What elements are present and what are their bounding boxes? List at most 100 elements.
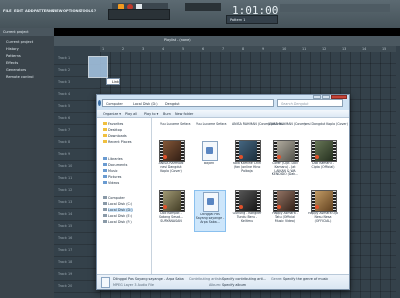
back-button[interactable]: [98, 100, 101, 106]
track-label[interactable]: Track 14: [58, 212, 72, 216]
nav-item[interactable]: Documents: [108, 163, 127, 167]
tempo-display[interactable]: [108, 9, 170, 20]
partial-file-label[interactable]: Yuu Lucame Sefara: [160, 122, 190, 126]
pictures-icon: [103, 175, 107, 178]
audio-file-icon: [202, 141, 218, 161]
crumb-dengdut[interactable]: Dengdut: [165, 102, 180, 106]
drive-icon: [103, 208, 107, 211]
playlist-title: Playlist - (none): [164, 38, 191, 42]
track-label[interactable]: Track 3: [58, 80, 70, 84]
track-label[interactable]: Track 1: [58, 56, 70, 60]
track-divider: [54, 280, 100, 281]
ruler-mark: 1: [102, 47, 105, 51]
track-label[interactable]: Track 15: [58, 224, 72, 228]
menu-options[interactable]: OPTIONS: [63, 9, 81, 13]
download-icon: [103, 134, 107, 137]
play-all-button[interactable]: Play all: [125, 112, 137, 116]
nav-item[interactable]: Music: [108, 169, 118, 173]
file-item[interactable]: ANISA RAHMAN nesi Dangdut Koplo (Cover): [156, 140, 186, 180]
details-contributing-value[interactable]: Specify contributing arti...: [222, 277, 266, 281]
file-item[interactable]: Kola Kamine Chin (fan (online Hino Polba…: [232, 140, 262, 180]
details-genre-label: Genre:: [271, 276, 283, 281]
track-divider: [54, 112, 100, 113]
file-item[interactable]: Happy Asmara Ojo Nesu Nesa (OFFICIAL): [308, 190, 338, 230]
browser-item-effects[interactable]: Effects: [6, 61, 18, 65]
track-divider: [54, 88, 100, 89]
track-label[interactable]: Track 6: [58, 116, 70, 120]
nav-item[interactable]: Desktop: [108, 128, 122, 132]
track-label[interactable]: Track 20: [58, 284, 72, 288]
browser-item-history[interactable]: History: [6, 47, 19, 51]
media-badge-icon: [163, 155, 167, 159]
track-label[interactable]: Track 18: [58, 260, 72, 264]
file-item[interactable]: Happy Asmara - Tatu (Official Music Vide…: [270, 190, 300, 230]
new-folder-button[interactable]: New folder: [175, 112, 193, 116]
details-album-value[interactable]: Specify album: [222, 283, 246, 287]
crumb-computer[interactable]: Computer: [106, 102, 123, 106]
file-item[interactable]: Cofer (Cipt. Doli Kamaru) - Jat LAIKAN &…: [270, 140, 300, 180]
track-label[interactable]: Track 7: [58, 128, 70, 132]
nav-item[interactable]: Downloads: [108, 134, 127, 138]
nav-item[interactable]: Local Disk (C:): [108, 202, 132, 206]
address-bar[interactable]: Computer Local Disk (D:) Dengdut: [102, 99, 274, 107]
track-label[interactable]: Track 5: [58, 104, 70, 108]
nav-item[interactable]: Recent Places: [108, 140, 132, 144]
nav-item[interactable]: Local Disk (E:): [108, 214, 132, 218]
track-divider: [54, 100, 100, 101]
track-label[interactable]: Track 9: [58, 152, 70, 156]
browser-item-patterns[interactable]: Patterns: [6, 54, 21, 58]
track-label[interactable]: Track 10: [58, 164, 72, 168]
track-label[interactable]: Track 16: [58, 236, 72, 240]
nav-item[interactable]: Pictures: [108, 175, 121, 179]
pattern-selector[interactable]: Pattern 1: [226, 15, 278, 24]
track-label[interactable]: Track 4: [58, 92, 70, 96]
ruler-mark: 12: [322, 47, 327, 51]
file-item[interactable]: Bajark: [194, 140, 224, 180]
play-to-button[interactable]: Play to ▾: [144, 112, 158, 116]
search-input[interactable]: Search Dengdut: [277, 99, 343, 107]
nav-item[interactable]: Libraries: [108, 157, 123, 161]
file-item[interactable]: Doli Kamaru - Cipta (Official): [308, 140, 338, 180]
desktop-icon: [103, 128, 107, 131]
videos-icon: [103, 181, 107, 184]
browser-item-current-project[interactable]: Current project: [6, 40, 33, 44]
nav-item[interactable]: Videos: [108, 181, 119, 185]
track-label[interactable]: Track 2: [58, 68, 70, 72]
track-label[interactable]: Track 19: [58, 272, 72, 276]
menu-edit[interactable]: EDIT: [14, 9, 23, 13]
burn-button[interactable]: Burn: [163, 112, 171, 116]
details-genre-value[interactable]: Specify the genre of music: [283, 277, 328, 281]
track-label[interactable]: Track 11: [58, 176, 72, 180]
menu-help[interactable]: ?: [94, 9, 96, 13]
ruler-mark: 9: [262, 47, 265, 51]
partial-file-label[interactable]: Yuu Lucame Sefara: [196, 122, 226, 126]
file-name: Kola Kamine Chin (fan (online Hino Polba…: [233, 162, 261, 173]
partial-file-label[interactable]: nesi Dangdut Koplo (Cover): [304, 122, 348, 126]
library-icon: [103, 157, 107, 160]
track-label[interactable]: Track 8: [58, 140, 70, 144]
organize-button[interactable]: Organize ▾: [103, 112, 121, 116]
track-label[interactable]: Track 12: [58, 188, 72, 192]
menu-add[interactable]: ADD: [25, 9, 34, 13]
media-badge-icon: [315, 205, 319, 209]
file-item[interactable]: Doli Kompot - Satang Sesat... SURYANASAN: [156, 190, 186, 230]
browser-item-generators[interactable]: Generators: [6, 68, 26, 72]
browser-item-remote-control[interactable]: Remote control: [6, 75, 33, 79]
nav-item[interactable]: Favorites: [108, 122, 123, 126]
menu-view[interactable]: VIEW: [52, 9, 63, 13]
video-thumbnail: [273, 190, 299, 212]
menu-file[interactable]: FILE: [3, 9, 12, 13]
menu-tools[interactable]: TOOLS: [80, 9, 93, 13]
ruler-mark: 15: [382, 47, 387, 51]
track-label[interactable]: Track 13: [58, 200, 72, 204]
ruler-mark: 6: [202, 47, 205, 51]
nav-item[interactable]: Local Disk (D:): [108, 208, 133, 212]
track-divider: [54, 232, 100, 233]
file-item[interactable]: Gunung - Kongker Tundu Beru - Kelitmu: [232, 190, 262, 230]
track-label[interactable]: Track 17: [58, 248, 72, 252]
partial-file-label[interactable]: ANISA RAHMAN (Cover): [268, 122, 306, 126]
nav-item[interactable]: Computer: [108, 196, 125, 200]
file-item[interactable]: Dilnggal Pas Sayang sayange - Arpa Saba.…: [194, 190, 226, 232]
nav-item[interactable]: Local Disk (F:): [108, 220, 132, 224]
crumb-local-disk-d[interactable]: Local Disk (D:): [133, 102, 158, 106]
